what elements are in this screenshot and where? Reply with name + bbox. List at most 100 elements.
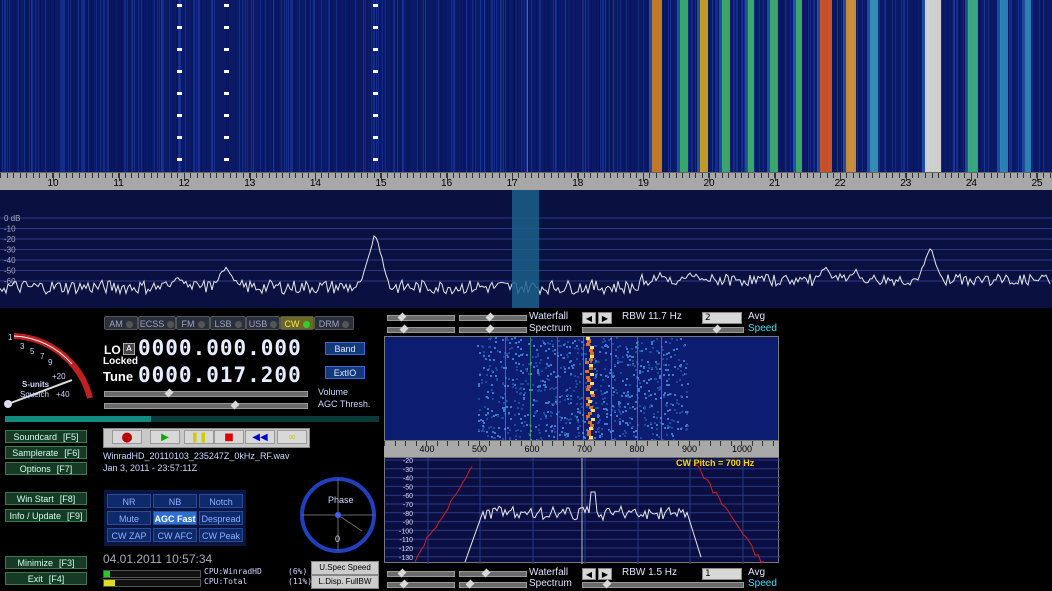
tune-frequency-display[interactable]: 0000.017.200 (138, 363, 302, 387)
audio-avg-select[interactable]: 1 (702, 568, 742, 580)
freq-minor-tick (347, 173, 349, 178)
agc-threshold-slider[interactable] (104, 400, 308, 410)
loop-button[interactable]: ∞ (277, 430, 307, 444)
freq-minor-tick (439, 173, 441, 178)
audio-freq-minor-tick (394, 441, 396, 446)
rbw-decrease-button[interactable]: ◀ (582, 312, 596, 324)
freq-minor-tick (144, 173, 146, 178)
stop-button[interactable]: ■ (214, 430, 244, 444)
volume-slider[interactable] (104, 388, 308, 398)
freq-minor-tick (478, 173, 480, 178)
audio-freq-minor-tick (436, 441, 438, 446)
mode-button-drm[interactable]: DRM (314, 316, 354, 330)
freq-minor-tick (498, 173, 500, 178)
u-spec-speed-button[interactable]: U.Spec Speed (311, 561, 379, 575)
speed-slider[interactable] (582, 324, 744, 334)
side-button-minimize[interactable]: Minimize [F3] (5, 556, 87, 569)
audio-spectrum-brightness-slider[interactable] (459, 579, 527, 589)
freq-tick-label: 17 (506, 178, 518, 189)
mode-led-icon (270, 321, 278, 329)
rbw-increase-button[interactable]: ▶ (598, 312, 612, 324)
freq-minor-tick (911, 173, 913, 178)
audio-freq-label: 1000 (731, 444, 753, 454)
tuned-passband-highlight[interactable] (512, 190, 539, 308)
band-button[interactable]: Band (325, 342, 365, 355)
freq-minor-tick (308, 173, 310, 178)
freq-minor-tick (104, 173, 106, 178)
audio-rbw-increase-button[interactable]: ▶ (598, 568, 612, 580)
freq-minor-tick (885, 173, 887, 178)
audio-waterfall-contrast-slider[interactable] (387, 568, 455, 578)
mode-button-fm[interactable]: FM (176, 316, 210, 330)
mode-button-lsb[interactable]: LSB (210, 316, 246, 330)
cw-pitch-label: CW Pitch = 700 Hz (676, 458, 755, 468)
side-button-win-start[interactable]: Win Start [F8] (5, 492, 87, 505)
freq-minor-tick (52, 173, 54, 178)
dsp-button-nr[interactable]: NR (107, 494, 151, 508)
freq-minor-tick (636, 173, 638, 178)
dsp-button-despread[interactable]: Despread (199, 511, 243, 525)
mode-led-icon (302, 321, 310, 329)
mode-label: DRM (318, 319, 340, 329)
audio-waterfall-brightness-slider[interactable] (459, 568, 527, 578)
side-button-samplerate[interactable]: Samplerate [F6] (5, 446, 87, 459)
side-button-key: [F4] (48, 574, 65, 584)
audio-db-label: -80 (403, 511, 413, 518)
audio-freq-minor-tick (531, 441, 532, 446)
freq-minor-tick (334, 173, 336, 178)
freq-minor-tick (669, 173, 671, 178)
dsp-button-notch[interactable]: Notch (199, 494, 243, 508)
audio-speed-slider[interactable] (582, 579, 744, 589)
extio-button[interactable]: ExtIO (325, 366, 365, 379)
waterfall-brightness-slider[interactable] (459, 312, 527, 322)
dsp-button-nb[interactable]: NB (153, 494, 197, 508)
side-button-exit[interactable]: Exit [F4] (5, 572, 87, 585)
avg-select[interactable]: 2 (702, 312, 742, 324)
freq-tick-label: 20 (703, 178, 715, 189)
main-waterfall[interactable] (0, 0, 1052, 172)
mode-button-usb[interactable]: USB (246, 316, 280, 330)
freq-minor-tick (137, 173, 139, 178)
lo-channel-badge[interactable]: A (123, 343, 135, 355)
mode-button-am[interactable]: AM (104, 316, 138, 330)
l-disp-fullbw-button[interactable]: L.Disp. FullBW (311, 575, 379, 589)
pause-button[interactable]: ❚❚ (184, 430, 214, 444)
dsp-button-cw-afc[interactable]: CW AFC (153, 528, 197, 542)
freq-minor-tick (629, 173, 631, 178)
audio-db-label: -20 (403, 458, 413, 465)
audio-freq-minor-tick (478, 441, 480, 446)
side-button-soundcard[interactable]: Soundcard [F5] (5, 430, 87, 443)
freq-minor-tick (813, 173, 815, 178)
freq-minor-tick (1016, 173, 1018, 178)
tune-label: Tune (103, 369, 134, 384)
dsp-button-cw-peak[interactable]: CW Peak (199, 528, 243, 542)
lo-frequency-display[interactable]: 0000.000.000 (138, 336, 302, 360)
audio-rbw-decrease-button[interactable]: ◀ (582, 568, 596, 580)
side-button-label: Win Start (16, 494, 54, 504)
rewind-button[interactable]: ◀◀ (245, 430, 275, 444)
dsp-button-mute[interactable]: Mute (107, 511, 151, 525)
audio-waterfall[interactable] (384, 336, 779, 441)
play-button[interactable]: ▶ (150, 430, 180, 444)
mode-button-cw[interactable]: CW (280, 316, 314, 330)
mode-button-ecss[interactable]: ECSS (138, 316, 176, 330)
freq-tick-label: 15 (375, 178, 387, 189)
record-button[interactable]: ● (112, 430, 142, 444)
side-button-options[interactable]: Options [F7] (5, 462, 87, 475)
dsp-button-cw-zap[interactable]: CW ZAP (107, 528, 151, 542)
spectrum-contrast-slider[interactable] (387, 324, 455, 334)
spectrum-brightness-slider[interactable] (459, 324, 527, 334)
audio-spectrum[interactable]: -20 -30 -40 -50 -60 -70 -80 -90 -100 -110 -120 -130 (384, 457, 780, 564)
freq-minor-tick (354, 173, 356, 178)
dsp-button-agc-fast[interactable]: AGC Fast (153, 511, 197, 525)
freq-minor-tick (249, 173, 251, 178)
side-button-info-update[interactable]: Info / Update [F9] (5, 509, 87, 522)
freq-minor-tick (518, 173, 520, 178)
waterfall-contrast-slider[interactable] (387, 312, 455, 322)
freq-minor-tick (150, 173, 152, 178)
main-frequency-scale[interactable]: 10 11 12 13 14 15 16 17 18 19 20 21 22 23 24 25 (0, 172, 1052, 192)
freq-minor-tick (170, 173, 172, 178)
audio-spectrum-contrast-slider[interactable] (387, 579, 455, 589)
audio-frequency-scale[interactable]: 400 500 600 700 800 900 1000 (384, 441, 779, 458)
audio-freq-minor-tick (636, 441, 637, 446)
